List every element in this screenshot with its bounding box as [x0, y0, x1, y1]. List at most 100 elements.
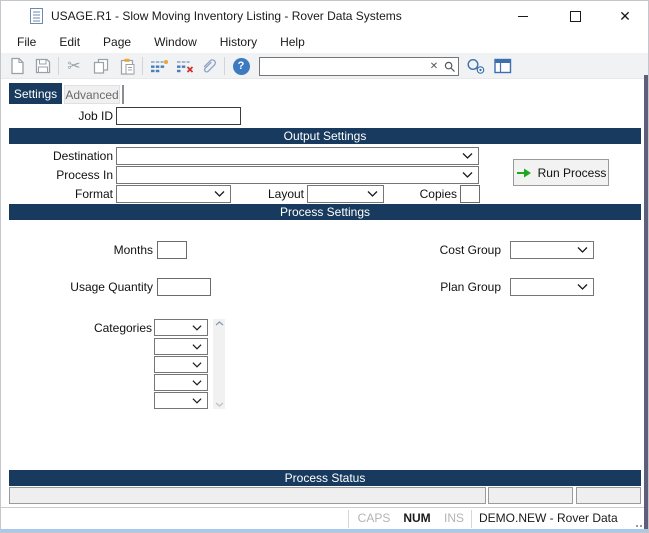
categories-scrollbar[interactable]: [213, 319, 225, 409]
help-button[interactable]: ?: [230, 55, 252, 77]
destination-label: Destination: [13, 147, 113, 165]
chevron-down-icon: [214, 191, 225, 197]
category-select-3[interactable]: [154, 356, 208, 373]
maximize-button[interactable]: [557, 1, 593, 31]
chevron-down-icon: [462, 153, 473, 159]
run-process-button[interactable]: Run Process: [513, 159, 609, 186]
toolbar-separator: [142, 57, 143, 75]
menu-window[interactable]: Window: [151, 35, 200, 49]
attachment-icon: [200, 57, 218, 75]
chevron-down-icon: [192, 380, 202, 386]
plan-group-select[interactable]: [510, 278, 594, 296]
search-icon[interactable]: [442, 61, 458, 73]
status-bar: CAPS NUM INS DEMO.NEW - Rover Data Syste…: [1, 507, 648, 529]
category-select-2[interactable]: [154, 338, 208, 355]
toolbar-separator: [58, 57, 59, 75]
scroll-up-icon[interactable]: [215, 321, 224, 326]
process-status-header: Process Status: [9, 470, 641, 486]
close-icon: ✕: [619, 9, 631, 23]
format-label: Format: [13, 185, 113, 203]
delete-row-button[interactable]: [174, 55, 196, 77]
layout-icon: [494, 58, 512, 74]
search-input[interactable]: [260, 59, 426, 74]
copies-input[interactable]: [460, 185, 480, 203]
scroll-down-icon[interactable]: [215, 402, 224, 407]
cost-group-select[interactable]: [510, 241, 594, 259]
new-document-icon: [9, 57, 25, 75]
app-icon[interactable]: [30, 8, 43, 24]
title-bar: USAGE.R1 - Slow Moving Inventory Listing…: [1, 1, 648, 31]
find-preview-icon: [466, 57, 486, 75]
app-window: USAGE.R1 - Slow Moving Inventory Listing…: [0, 0, 649, 533]
maximize-icon: [570, 11, 581, 22]
toolbar-separator: [224, 57, 225, 75]
months-input[interactable]: [157, 241, 187, 259]
process-in-label: Process In: [13, 166, 113, 184]
output-settings-header: Output Settings: [9, 128, 641, 144]
paste-button[interactable]: [116, 55, 138, 77]
search-box: ✕: [259, 57, 459, 76]
cut-icon: ✂: [67, 56, 80, 76]
tab-strip-tick: [122, 85, 124, 104]
chevron-down-icon: [462, 172, 473, 178]
copy-button[interactable]: [90, 55, 112, 77]
category-select-1[interactable]: [154, 319, 208, 336]
layout-label: Layout: [244, 185, 304, 203]
menu-help[interactable]: Help: [277, 35, 308, 49]
new-button[interactable]: [6, 55, 28, 77]
attach-button[interactable]: [198, 55, 220, 77]
categories-label: Categories: [52, 319, 152, 337]
save-icon: [35, 58, 51, 74]
months-label: Months: [53, 241, 153, 259]
window-bottom-edge: [1, 529, 648, 533]
layout-button[interactable]: [492, 55, 514, 77]
minimize-icon: [518, 16, 528, 17]
statusbar-separator: [471, 510, 472, 528]
chevron-down-icon: [192, 325, 202, 331]
process-in-select[interactable]: [116, 166, 479, 184]
find-preview-button[interactable]: [465, 55, 487, 77]
cut-button[interactable]: ✂: [63, 55, 85, 77]
process-status-field-2: [488, 487, 573, 504]
connection-status: DEMO.NEW - Rover Data Systems: [479, 508, 648, 529]
process-settings-header: Process Settings: [9, 204, 641, 220]
tab-settings[interactable]: Settings: [9, 83, 62, 104]
process-status-field-main: [9, 487, 486, 504]
layout-select[interactable]: [307, 185, 384, 203]
run-process-label: Run Process: [538, 166, 607, 180]
tab-advanced[interactable]: Advanced: [64, 85, 120, 104]
chevron-down-icon: [192, 362, 202, 368]
destination-select[interactable]: [116, 147, 479, 165]
insert-row-icon: [150, 59, 168, 73]
menu-page[interactable]: Page: [100, 35, 134, 49]
num-indicator: NUM: [397, 508, 437, 529]
ins-indicator: INS: [439, 508, 469, 529]
process-status-field-3: [576, 487, 641, 504]
menu-bar: File Edit Page Window History Help: [1, 31, 648, 53]
save-button[interactable]: [32, 55, 54, 77]
menu-edit[interactable]: Edit: [56, 35, 83, 49]
run-arrow-icon: [516, 167, 532, 179]
job-id-label: Job ID: [13, 107, 113, 125]
paste-icon: [120, 58, 135, 75]
usage-quantity-label: Usage Quantity: [43, 278, 153, 296]
cost-group-label: Cost Group: [401, 241, 501, 259]
menu-file[interactable]: File: [14, 35, 39, 49]
format-select[interactable]: [116, 185, 231, 203]
chevron-down-icon: [192, 398, 202, 404]
copy-icon: [93, 58, 109, 74]
delete-row-icon: [176, 59, 194, 73]
minimize-button[interactable]: [505, 1, 541, 31]
job-id-input[interactable]: [116, 107, 241, 125]
statusbar-separator: [348, 510, 349, 528]
usage-quantity-input[interactable]: [157, 278, 211, 296]
close-button[interactable]: ✕: [607, 1, 643, 31]
clear-search-button[interactable]: ✕: [426, 61, 442, 72]
insert-row-button[interactable]: [148, 55, 170, 77]
help-icon: ?: [233, 58, 250, 75]
category-select-5[interactable]: [154, 392, 208, 409]
category-select-4[interactable]: [154, 374, 208, 391]
chevron-down-icon: [577, 247, 588, 253]
menu-history[interactable]: History: [217, 35, 260, 49]
chevron-down-icon: [577, 284, 588, 290]
